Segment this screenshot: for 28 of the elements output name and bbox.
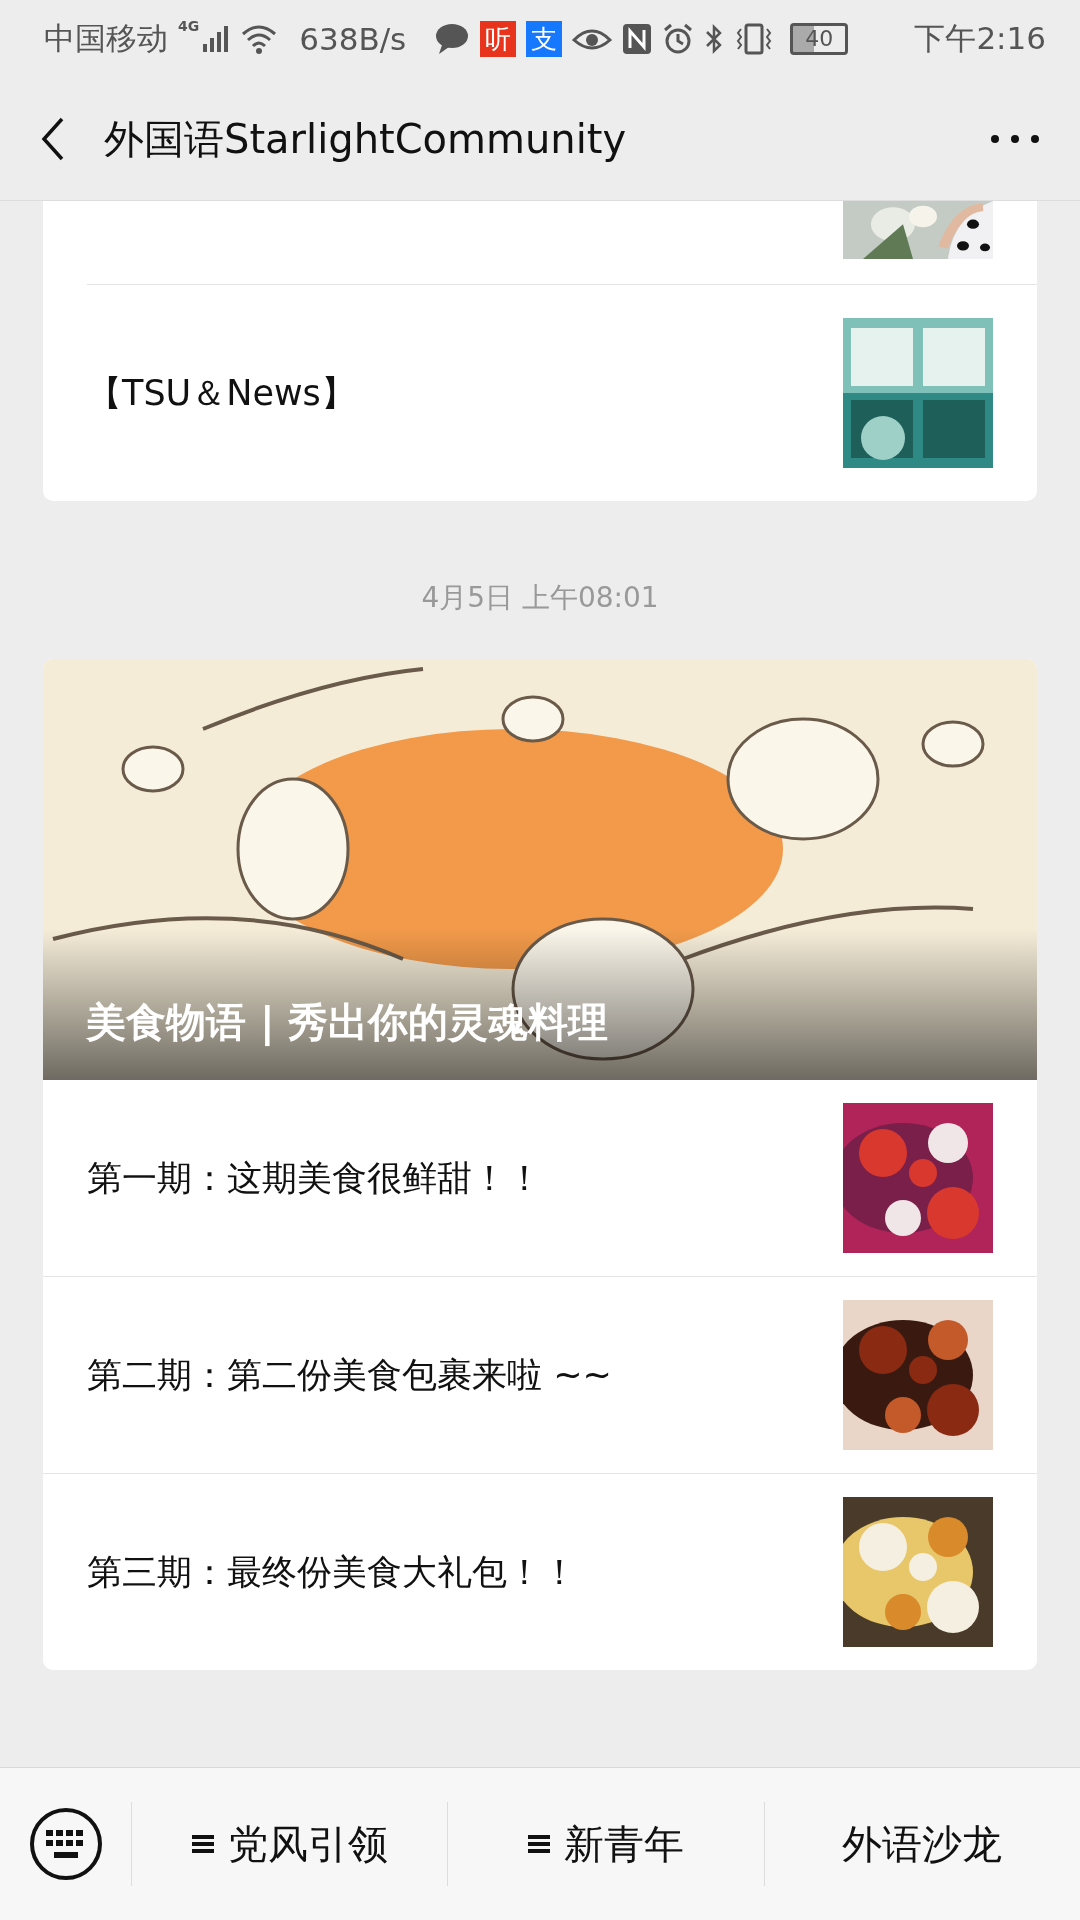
more-icon[interactable] xyxy=(990,134,1040,144)
keyboard-icon[interactable] xyxy=(29,1807,103,1881)
window-title: 外国语StarlightCommunity xyxy=(104,114,628,164)
article-title: 第一期：这期美食很鲜甜！！ xyxy=(87,1156,543,1200)
article-row[interactable]: 【TSU＆News】 xyxy=(43,285,1037,501)
chat-bubble-icon xyxy=(434,23,471,55)
article-row[interactable]: 第三期：最终份美食大礼包！！ xyxy=(43,1473,1037,1670)
menu-tab[interactable]: 新青年 xyxy=(447,1802,764,1886)
carrier-name: 中国移动 xyxy=(44,19,168,58)
nfc-icon xyxy=(622,23,653,55)
back-icon[interactable] xyxy=(40,117,66,161)
article-row[interactable]: 第二期：第二份美食包裹来啦 ~~ xyxy=(43,1276,1037,1473)
network-type: 4G xyxy=(178,18,200,34)
article-title: 【TSU＆News】 xyxy=(87,371,357,415)
article-title: 第二期：第二份美食包裹来啦 ~~ xyxy=(87,1353,613,1397)
alarm-icon xyxy=(662,23,695,55)
cover-title: 美食物语 | 秀出你的灵魂料理 xyxy=(86,998,609,1048)
article-title: 第三期：最终份美食大礼包！！ xyxy=(87,1550,578,1594)
timestamp: 4月5日 上午08:01 xyxy=(420,580,660,616)
clock-time: 下午2:16 xyxy=(914,19,1046,58)
network-speed: 638B/s xyxy=(299,21,407,57)
wifi-icon xyxy=(241,24,278,54)
menu-tab[interactable]: 党风引领 xyxy=(131,1802,448,1886)
app-badge: 支 xyxy=(526,21,563,57)
article-row[interactable]: 第一期：这期美食很鲜甜！！ xyxy=(43,1080,1037,1276)
menu-tab[interactable]: 外语沙龙 xyxy=(763,1802,1080,1886)
battery-level: 40 xyxy=(790,23,849,55)
app-badge: 听 xyxy=(480,21,517,57)
